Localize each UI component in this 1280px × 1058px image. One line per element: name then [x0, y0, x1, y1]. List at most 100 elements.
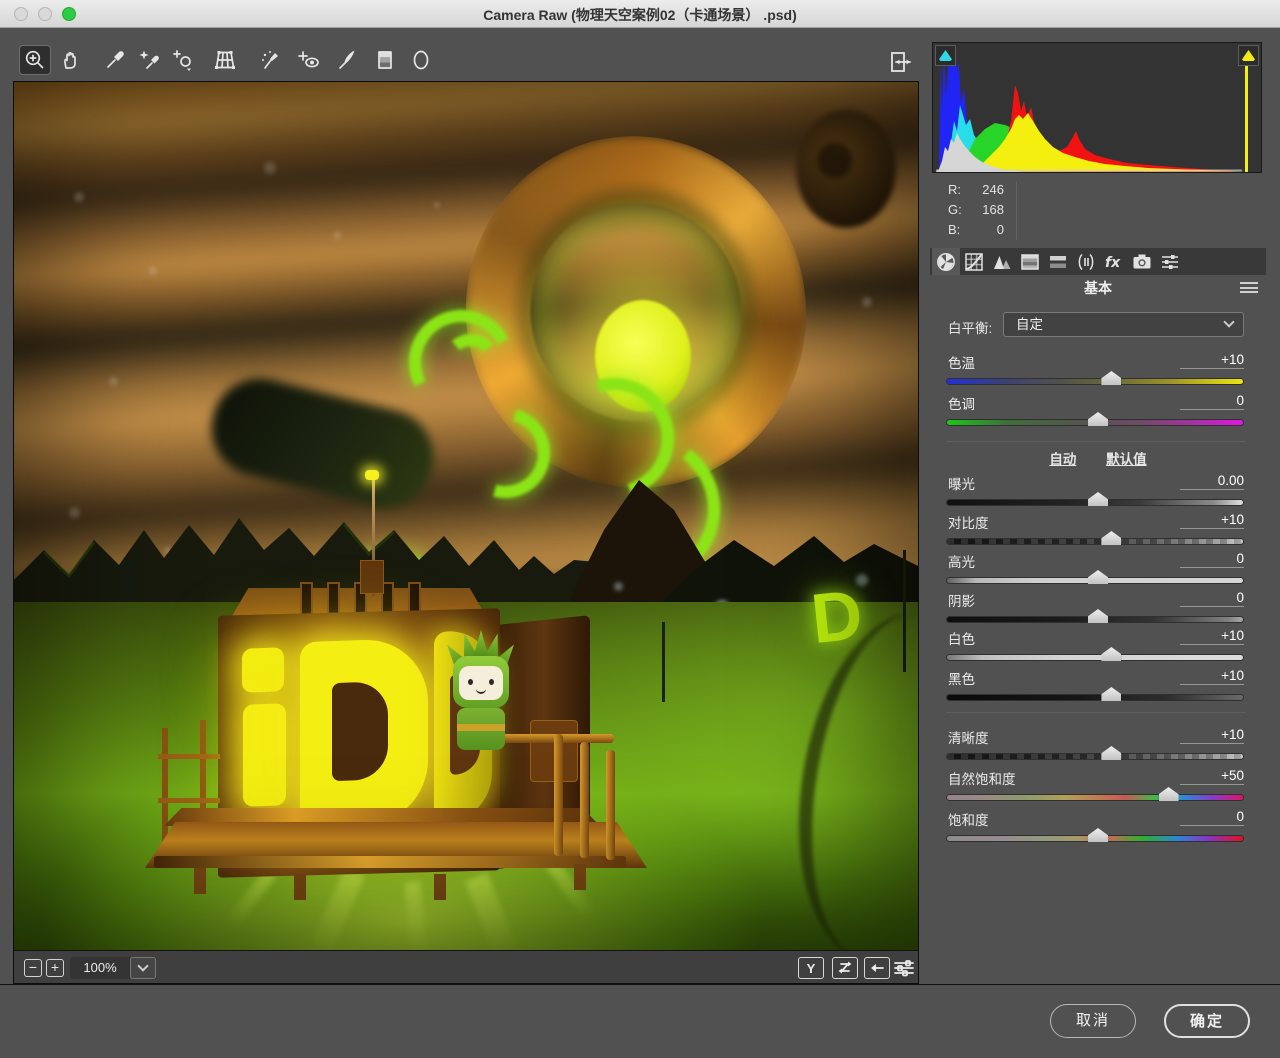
slider-exposure: 曝光 0.00 [930, 473, 1266, 513]
vibrance-track[interactable] [947, 795, 1243, 800]
red-eye-removal-tool-button[interactable] [294, 46, 324, 74]
saturation-value[interactable]: 0 [1180, 809, 1244, 826]
tone-curve-icon [963, 251, 985, 273]
clarity-thumb[interactable] [1101, 746, 1121, 760]
tab-camera-calibration[interactable] [1128, 248, 1156, 275]
tab-effects[interactable]: fx [1100, 248, 1128, 275]
shadow-clipping-button[interactable] [935, 45, 956, 66]
tint-thumb[interactable] [1088, 412, 1108, 426]
image-preview[interactable]: D [14, 82, 918, 950]
cancel-button[interactable]: 取消 [1050, 1004, 1136, 1038]
contrast-value[interactable]: +10 [1180, 512, 1244, 529]
tab-detail[interactable] [988, 248, 1016, 275]
adjustment-brush-icon [335, 48, 359, 72]
auto-default-links: 自动 默认值 [930, 448, 1266, 468]
slider-highlights: 高光 0 [930, 551, 1266, 591]
slider-tint: 色调 0 [930, 393, 1266, 433]
tab-basic[interactable] [932, 248, 960, 275]
clarity-track[interactable] [947, 754, 1243, 759]
panel-header: 基本 [930, 275, 1266, 299]
preview-statusbar: − + 100% Y [14, 950, 918, 983]
zoom-tool-button[interactable] [20, 46, 50, 74]
swap-before-after-button[interactable] [832, 957, 858, 979]
tab-tone-curve[interactable] [960, 248, 988, 275]
highlights-thumb[interactable] [1088, 570, 1108, 584]
presets-sliders-icon [1159, 251, 1181, 273]
exposure-thumb[interactable] [1088, 492, 1108, 506]
tab-split-toning[interactable] [1044, 248, 1072, 275]
zoom-level-dropdown[interactable] [130, 957, 156, 979]
hand-icon [59, 48, 83, 72]
ok-button[interactable]: 确定 [1164, 1004, 1250, 1038]
exposure-value[interactable]: 0.00 [1180, 473, 1244, 490]
temperature-track[interactable] [947, 379, 1243, 384]
temperature-thumb[interactable] [1101, 371, 1121, 385]
slider-blacks: 黑色 +10 [930, 668, 1266, 708]
targeted-adjustment-tool-button[interactable] [168, 46, 198, 74]
tint-value[interactable]: 0 [1180, 393, 1244, 410]
shadows-thumb[interactable] [1088, 609, 1108, 623]
vibrance-thumb[interactable] [1159, 787, 1179, 801]
before-after-view-button[interactable]: Y [798, 957, 824, 979]
panel-menu-icon[interactable] [1240, 282, 1258, 293]
graduated-filter-icon [373, 48, 397, 72]
slider-shadows: 阴影 0 [930, 590, 1266, 630]
adjustments-panel: R:246 G:168 B:0 fx [930, 40, 1266, 984]
vibrance-value[interactable]: +50 [1180, 768, 1244, 785]
whites-value[interactable]: +10 [1180, 628, 1244, 645]
split-toning-icon [1047, 251, 1069, 273]
temperature-value[interactable]: +10 [1180, 352, 1244, 369]
histogram[interactable] [932, 42, 1262, 173]
adjustment-brush-tool-button[interactable] [332, 46, 362, 74]
auto-link[interactable]: 自动 [1049, 452, 1076, 467]
blacks-track[interactable] [947, 695, 1243, 700]
zoom-out-button[interactable]: − [24, 959, 42, 977]
blacks-thumb[interactable] [1101, 687, 1121, 701]
arrow-left-icon [869, 960, 885, 976]
contrast-track[interactable] [947, 539, 1243, 544]
toolbar [14, 40, 918, 81]
contrast-thumb[interactable] [1101, 531, 1121, 545]
tab-presets[interactable] [1156, 248, 1184, 275]
sliders-icon [893, 959, 915, 977]
red-eye-icon [297, 48, 321, 72]
fx-icon: fx [1103, 251, 1125, 273]
radial-filter-tool-button[interactable] [406, 46, 436, 74]
divider [946, 441, 1246, 442]
default-link[interactable]: 默认值 [1106, 452, 1147, 467]
clarity-value[interactable]: +10 [1180, 727, 1244, 744]
toggle-fullscreen-button[interactable] [884, 48, 916, 76]
tab-hsl-grayscale[interactable] [1016, 248, 1044, 275]
blacks-value[interactable]: +10 [1180, 668, 1244, 685]
transform-tool-button[interactable] [210, 46, 240, 74]
scene-vignette [14, 82, 918, 950]
slider-vibrance: 自然饱和度 +50 [930, 768, 1266, 808]
rgb-readout-b: B:0 [948, 222, 1004, 237]
panel-title: 基本 [930, 278, 1266, 298]
color-sampler-tool-button[interactable] [134, 46, 164, 74]
highlight-clipping-button[interactable] [1238, 45, 1259, 66]
copy-settings-button[interactable] [864, 957, 890, 979]
tab-lens-corrections[interactable] [1072, 248, 1100, 275]
preview-preferences-button[interactable] [890, 957, 918, 979]
whites-track[interactable] [947, 655, 1243, 660]
detail-icon [991, 251, 1013, 273]
zoom-in-button[interactable]: + [46, 959, 64, 977]
rgb-readout-r: R:246 [948, 182, 1004, 197]
camera-icon [1131, 251, 1153, 273]
camera-raw-dialog: Camera Raw (物理天空案例02（卡通场景） .psd) [0, 0, 1280, 1058]
saturation-thumb[interactable] [1088, 828, 1108, 842]
hsl-icon [1019, 251, 1041, 273]
chevron-down-icon [1223, 316, 1234, 327]
shadows-value[interactable]: 0 [1180, 590, 1244, 607]
white-balance-tool-button[interactable] [100, 46, 130, 74]
graduated-filter-tool-button[interactable] [370, 46, 400, 74]
zoom-level-field[interactable]: 100% [70, 957, 130, 979]
chevron-down-icon [137, 960, 148, 971]
whites-thumb[interactable] [1101, 647, 1121, 661]
highlights-value[interactable]: 0 [1180, 551, 1244, 568]
hand-tool-button[interactable] [56, 46, 86, 74]
slider-contrast: 对比度 +10 [930, 512, 1266, 552]
spot-removal-tool-button[interactable] [256, 46, 286, 74]
white-balance-select[interactable]: 自定 [1003, 312, 1244, 337]
